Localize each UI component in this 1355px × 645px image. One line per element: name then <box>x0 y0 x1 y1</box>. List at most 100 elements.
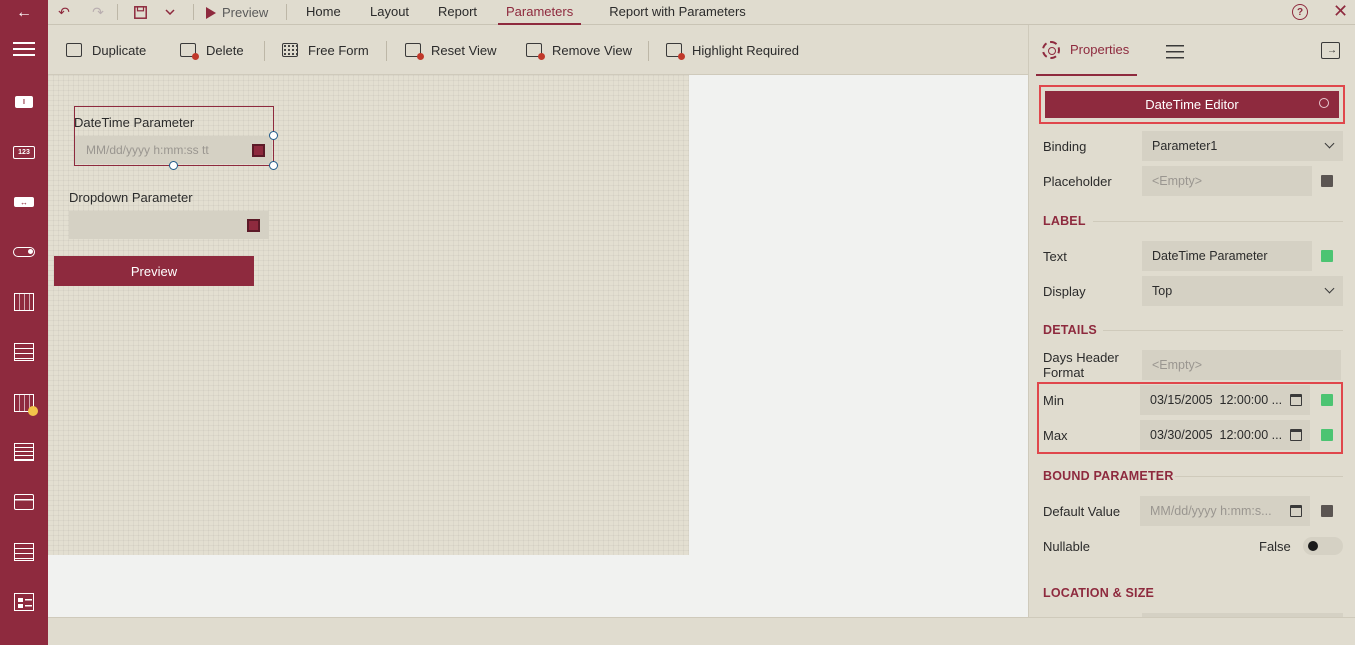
tab-properties[interactable]: Properties <box>1036 25 1138 76</box>
status-bar <box>48 617 1355 645</box>
section-bound-parameter-title: BOUND PARAMETER <box>1043 469 1174 483</box>
divider <box>117 4 118 20</box>
tree-view-icon[interactable] <box>12 592 36 612</box>
default-value-label: Default Value <box>1043 504 1121 519</box>
menu-report[interactable]: Report <box>438 0 477 25</box>
collapse-panel-icon[interactable]: → <box>1321 42 1340 59</box>
hamburger-menu-icon[interactable] <box>12 39 36 59</box>
number-box-icon[interactable]: 123 <box>12 142 36 162</box>
redo-icon[interactable]: ↷ <box>88 3 108 21</box>
dropdown-icon[interactable] <box>12 492 36 512</box>
chevron-down-icon <box>1324 283 1335 294</box>
calendar-icon[interactable] <box>1290 429 1302 441</box>
chevron-down-icon[interactable] <box>160 3 180 21</box>
max-status-indicator <box>1321 429 1333 441</box>
divider <box>1103 330 1343 331</box>
placeholder-label: Placeholder <box>1043 174 1112 189</box>
duplicate-button[interactable]: Duplicate <box>66 25 146 75</box>
reset-view-button[interactable]: Reset View <box>405 25 497 75</box>
editor-title-label: DateTime Editor <box>1145 97 1239 112</box>
nullable-label: Nullable <box>1043 539 1090 554</box>
editor-toolbar: Duplicate Delete Free Form Reset View Re… <box>48 25 1028 75</box>
days-header-format-input[interactable]: <Empty> <box>1142 350 1341 380</box>
resize-handle[interactable] <box>269 161 278 170</box>
preview-button[interactable]: Preview <box>206 0 268 25</box>
sliders-icon <box>1166 42 1184 59</box>
undo-icon[interactable]: ↶ <box>54 3 74 21</box>
help-icon[interactable]: ? <box>1292 4 1308 20</box>
dropdown-required-indicator <box>247 219 260 232</box>
text-box-icon[interactable]: I <box>12 92 36 112</box>
delete-button[interactable]: Delete <box>180 25 244 75</box>
date-range-icon[interactable] <box>12 342 36 362</box>
reset-view-icon <box>405 43 424 60</box>
list-editor-icon[interactable] <box>12 442 36 462</box>
search-icon <box>1319 98 1329 108</box>
days-header-format-label: Days Header Format <box>1043 350 1119 380</box>
days-header-label-line1: Days Header <box>1043 350 1119 365</box>
divider <box>193 4 194 20</box>
canvas-area: DateTime Parameter MM/dd/yyyy h:mm:ss tt… <box>48 75 1028 617</box>
free-form-icon <box>282 43 298 57</box>
dropdown-parameter-input[interactable] <box>69 211 269 239</box>
default-value-status-indicator <box>1321 505 1333 517</box>
control-sidebar: I 123 ↔ <box>0 25 48 645</box>
default-value-input[interactable]: MM/dd/yyyy h:mm:s... <box>1140 496 1310 526</box>
properties-panel: Properties → DateTime Editor Binding Par… <box>1028 25 1355 617</box>
canvas-preview-button[interactable]: Preview <box>54 256 254 286</box>
window-title: Report with Parameters <box>609 4 746 19</box>
days-header-label-line2: Format <box>1043 365 1085 380</box>
delete-label: Delete <box>206 42 244 58</box>
binding-select[interactable]: Parameter1 <box>1142 131 1343 161</box>
divider <box>286 4 287 20</box>
datetime-icon[interactable] <box>12 292 36 312</box>
display-label: Display <box>1043 284 1086 299</box>
preview-label: Preview <box>222 5 269 20</box>
tab-settings[interactable] <box>1166 25 1184 76</box>
gear-icon <box>1042 40 1060 59</box>
calendar-clock-icon[interactable] <box>12 393 38 416</box>
range-icon[interactable]: ↔ <box>12 192 36 212</box>
remove-view-button[interactable]: Remove View <box>526 25 632 75</box>
section-label-title: LABEL <box>1043 214 1086 228</box>
toggle-icon[interactable] <box>12 242 36 262</box>
highlight-required-label: Highlight Required <box>692 42 799 58</box>
placeholder-input[interactable]: <Empty> <box>1142 166 1312 196</box>
remove-view-label: Remove View <box>552 42 632 58</box>
resize-handle[interactable] <box>269 131 278 140</box>
nullable-toggle[interactable] <box>1303 537 1343 555</box>
close-icon[interactable]: ✕ <box>1333 1 1348 22</box>
highlight-required-icon <box>666 43 685 60</box>
selection-box <box>74 106 274 166</box>
max-date-input[interactable]: 03/30/2005 12:00:00 ... <box>1140 420 1310 450</box>
section-details-title: DETAILS <box>1043 323 1097 337</box>
free-form-label: Free Form <box>308 42 369 58</box>
display-select[interactable]: Top <box>1142 276 1343 306</box>
highlight-required-button[interactable]: Highlight Required <box>666 25 799 75</box>
save-icon[interactable] <box>130 3 150 21</box>
text-input[interactable]: DateTime Parameter <box>1142 241 1312 271</box>
calendar-icon[interactable] <box>1290 394 1302 406</box>
text-status-indicator <box>1321 250 1333 262</box>
menu-home[interactable]: Home <box>306 0 341 25</box>
tab-properties-label: Properties <box>1070 42 1130 57</box>
menu-layout[interactable]: Layout <box>370 0 409 25</box>
duplicate-label: Duplicate <box>92 42 147 58</box>
text-label: Text <box>1043 249 1067 264</box>
chevron-down-icon <box>1324 138 1335 149</box>
divider <box>386 41 387 61</box>
free-form-button[interactable]: Free Form <box>282 25 369 75</box>
resize-handle[interactable] <box>169 161 178 170</box>
back-arrow-icon[interactable]: ← <box>0 0 48 25</box>
editor-title-highlight: DateTime Editor <box>1039 85 1345 124</box>
divider <box>648 41 649 61</box>
section-location-size-title: LOCATION & SIZE <box>1043 586 1155 600</box>
design-surface[interactable]: DateTime Parameter MM/dd/yyyy h:mm:ss tt… <box>48 75 689 555</box>
location-field-partial <box>1142 613 1343 617</box>
min-date-input[interactable]: 03/15/2005 12:00:00 ... <box>1140 385 1310 415</box>
binding-value: Parameter1 <box>1152 139 1218 153</box>
calendar-icon[interactable] <box>1290 505 1302 517</box>
editor-type-selector[interactable]: DateTime Editor <box>1045 91 1339 118</box>
menu-parameters[interactable]: Parameters <box>498 0 582 25</box>
multi-list-icon[interactable] <box>12 542 36 562</box>
